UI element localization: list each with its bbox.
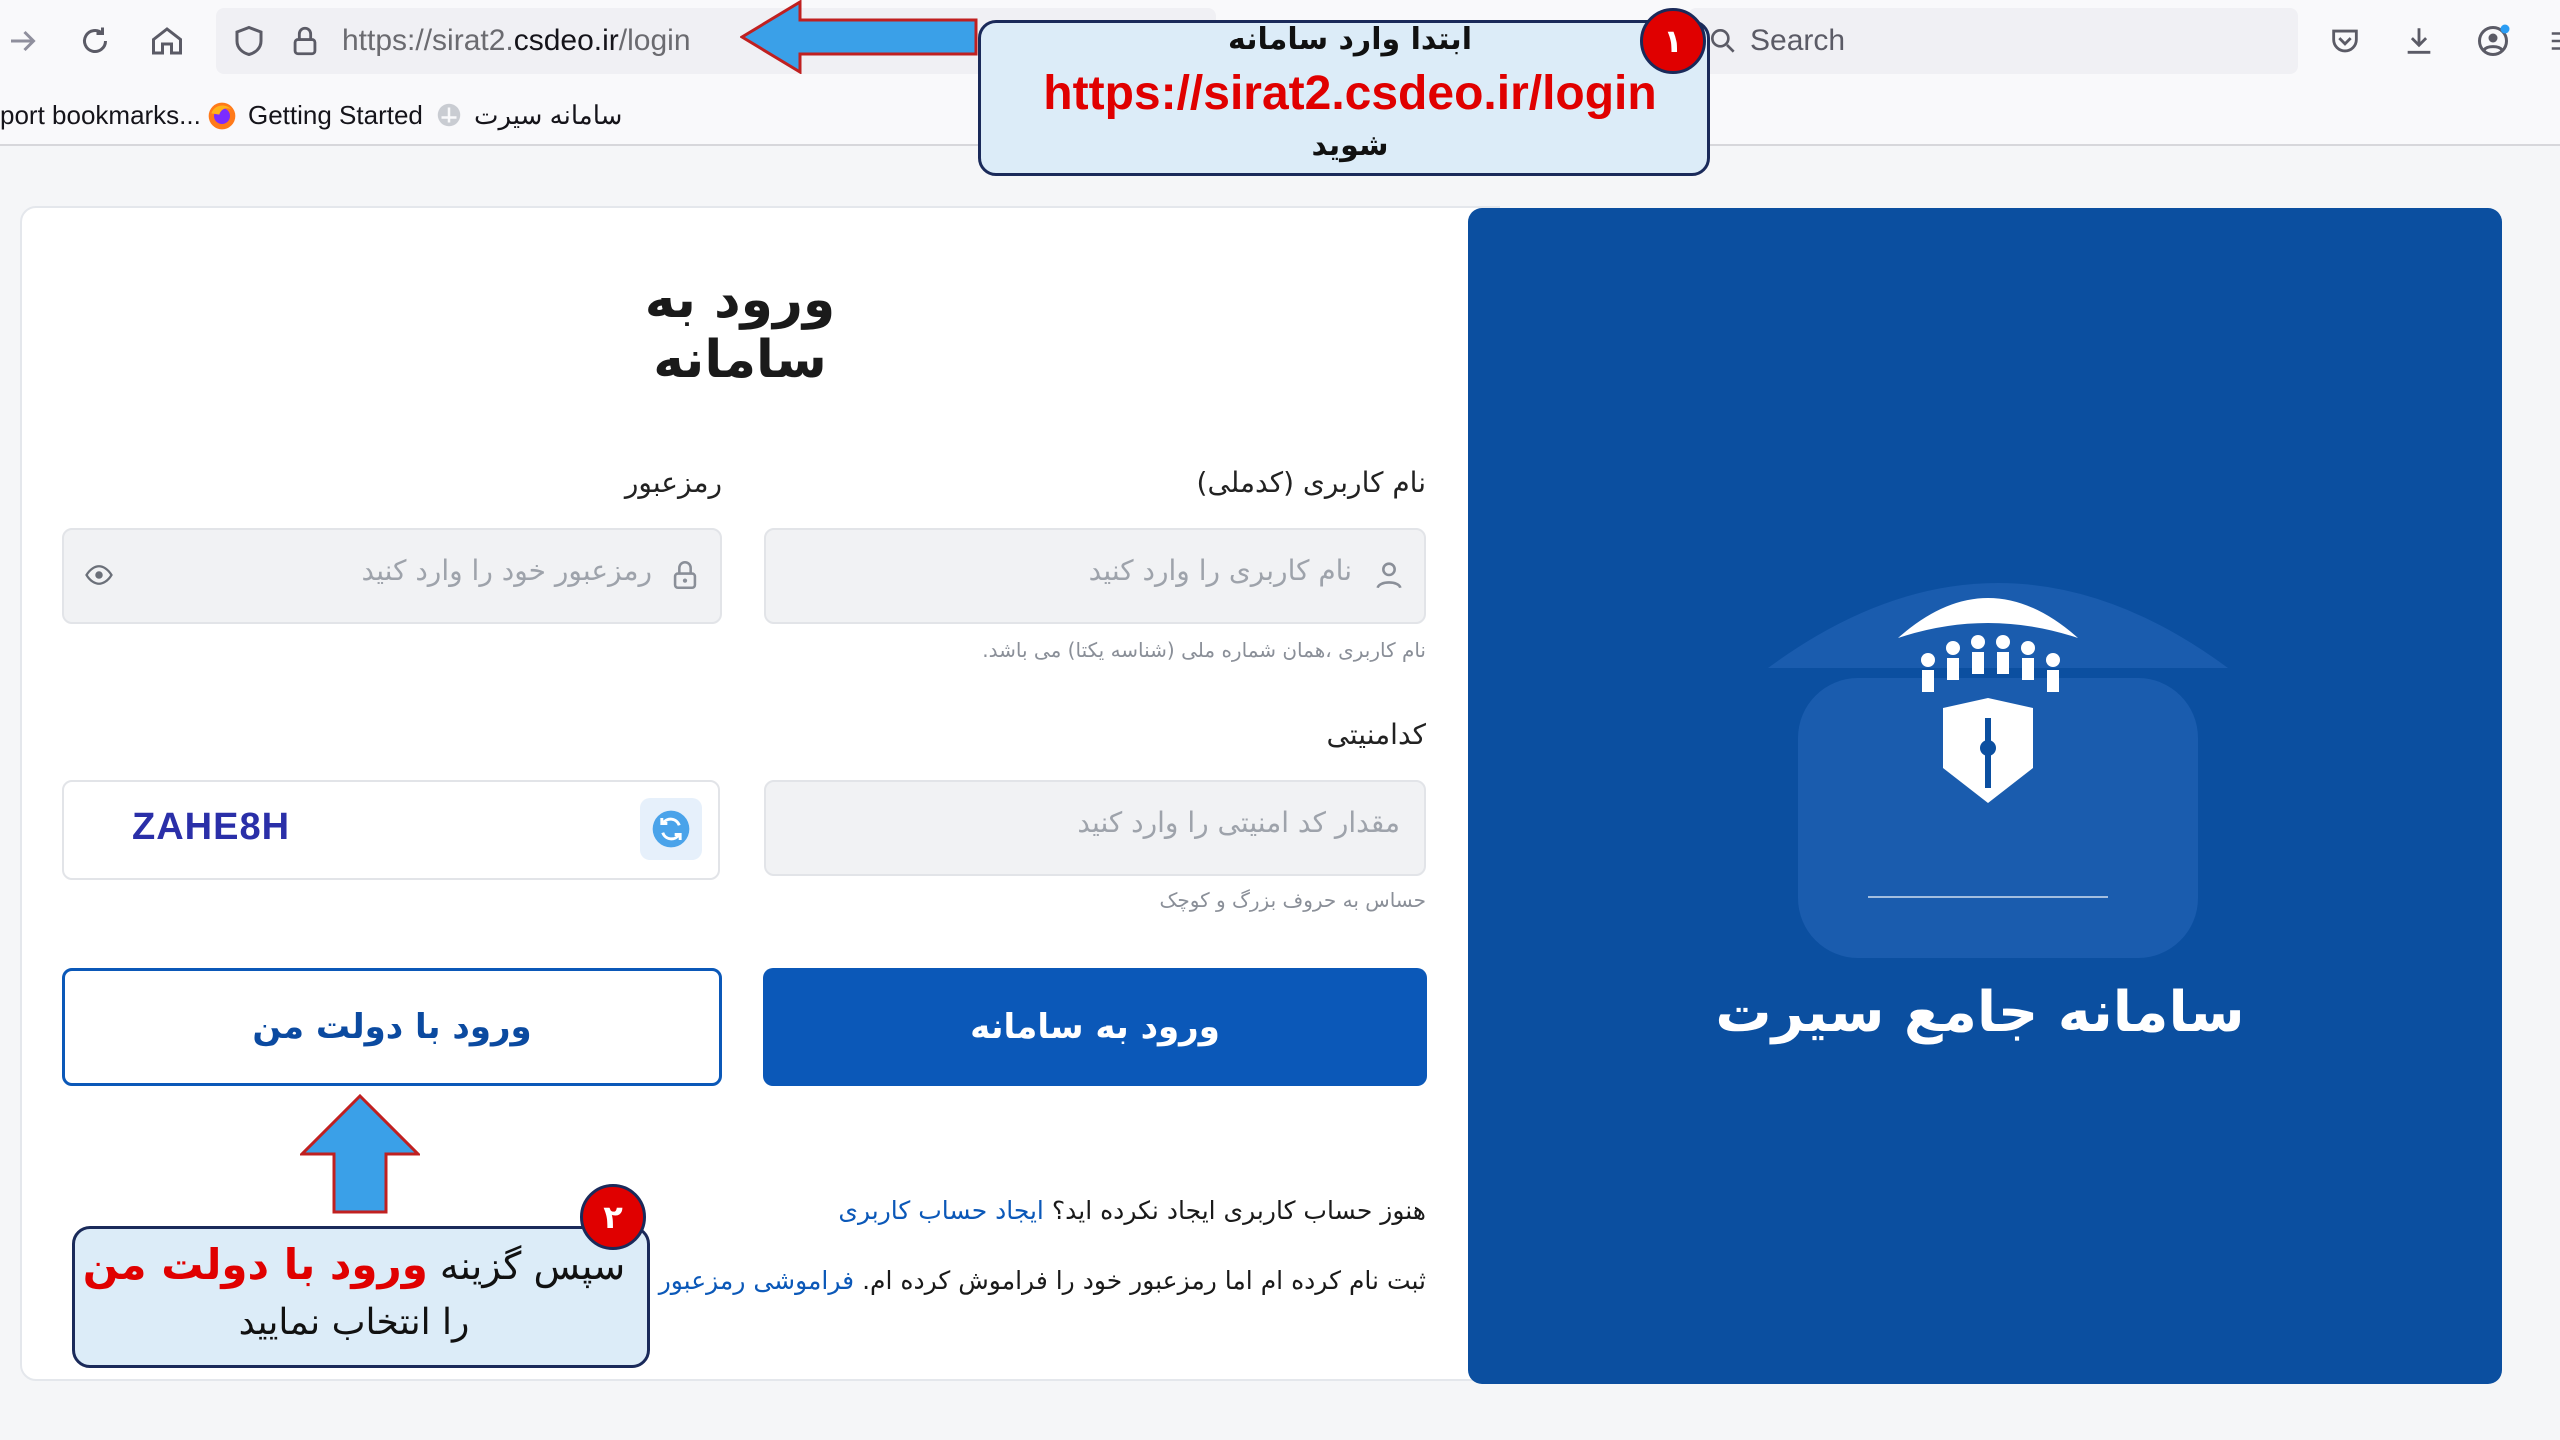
annotation-2-line2: را انتخاب نمایید <box>238 1302 470 1343</box>
refresh-icon <box>652 810 690 848</box>
gov-login-button[interactable]: ورود با دولت من <box>62 968 722 1086</box>
annotation-1-badge: ۱ <box>1640 8 1706 74</box>
username-label: نام کاربری (کدملی) <box>1196 466 1426 499</box>
annotation-arrow-up <box>300 1094 420 1214</box>
show-password-icon[interactable] <box>82 560 116 594</box>
password-label: رمزعبور <box>624 466 722 499</box>
pocket-icon[interactable] <box>2322 18 2368 64</box>
username-hint: نام کاربری ،همان شماره ملی (شناسه یکتا) … <box>982 638 1426 662</box>
account-icon[interactable] <box>2470 18 2516 64</box>
security-placeholder: مقدار کد امنیتی را وارد کنید <box>1077 806 1400 839</box>
refresh-captcha-button[interactable] <box>640 798 702 860</box>
url-text[interactable]: https://sirat2.csdeo.ir/login <box>342 24 691 58</box>
firefox-icon <box>206 100 238 136</box>
username-placeholder: نام کاربری را وارد کنید <box>1088 554 1352 587</box>
annotation-arrow-left <box>740 0 978 74</box>
brand-title: سامانه جامع سیرت <box>1715 980 2245 1045</box>
forward-icon[interactable] <box>0 18 46 64</box>
captcha-code: ZAHE8H <box>132 806 291 848</box>
password-placeholder: رمزعبور خود را وارد کنید <box>361 554 652 587</box>
search-placeholder[interactable]: Search <box>1750 24 1845 58</box>
bookmark-getting-started[interactable]: Getting Started <box>248 100 423 131</box>
annotation-2-highlight: ورود با دولت من <box>82 1240 428 1289</box>
home-icon[interactable] <box>144 18 190 64</box>
annotation-1-line1: ابتدا وارد سامانه <box>1228 22 1472 57</box>
annotation-2-badge: ۲ <box>580 1184 646 1250</box>
logo-caption-line <box>1868 858 2108 898</box>
annotation-1-url: https://sirat2.csdeo.ir/login <box>1043 67 1657 120</box>
forgot-password-link[interactable]: فراموشی رمزعبور <box>659 1266 854 1295</box>
lock-icon <box>668 558 702 596</box>
reload-icon[interactable] <box>72 18 118 64</box>
create-account-link[interactable]: ایجاد حساب کاربری <box>838 1196 1044 1225</box>
security-label: کدامنیتی <box>1326 718 1427 751</box>
site-favicon <box>434 100 464 134</box>
no-account-line: هنوز حساب کاربری ایجاد نکرده اید؟ ایجاد … <box>700 1196 1426 1225</box>
brand-panel <box>1468 208 2502 1384</box>
forgot-text: ثبت نام کرده ام اما رمزعبور خود را فرامو… <box>862 1266 1426 1295</box>
no-account-text: هنوز حساب کاربری ایجاد نکرده اید؟ <box>1051 1196 1426 1225</box>
user-icon <box>1372 558 1406 596</box>
download-icon[interactable] <box>2396 18 2442 64</box>
bookmark-sirat[interactable]: سامانه سیرت <box>474 100 622 131</box>
login-submit-button[interactable]: ورود به سامانه <box>763 968 1427 1086</box>
annotation-2-line1: سپس گزینه ورود با دولت من <box>74 1240 634 1289</box>
page-title: ورود به سامانه <box>644 270 836 390</box>
forgot-line: ثبت نام کرده ام اما رمزعبور خود را فرامو… <box>659 1266 1426 1295</box>
annotation-2-prefix: سپس گزینه <box>439 1244 626 1288</box>
security-hint: حساس به حروف بزرگ و کوچک <box>1159 888 1426 912</box>
lock-icon[interactable] <box>282 18 328 64</box>
shield-icon[interactable] <box>226 18 272 64</box>
logo-icon <box>1898 598 2078 803</box>
menu-icon[interactable] <box>2540 18 2560 64</box>
annotation-1-line3: شوید <box>1311 128 1389 163</box>
bookmark-import[interactable]: port bookmarks... <box>0 100 201 131</box>
